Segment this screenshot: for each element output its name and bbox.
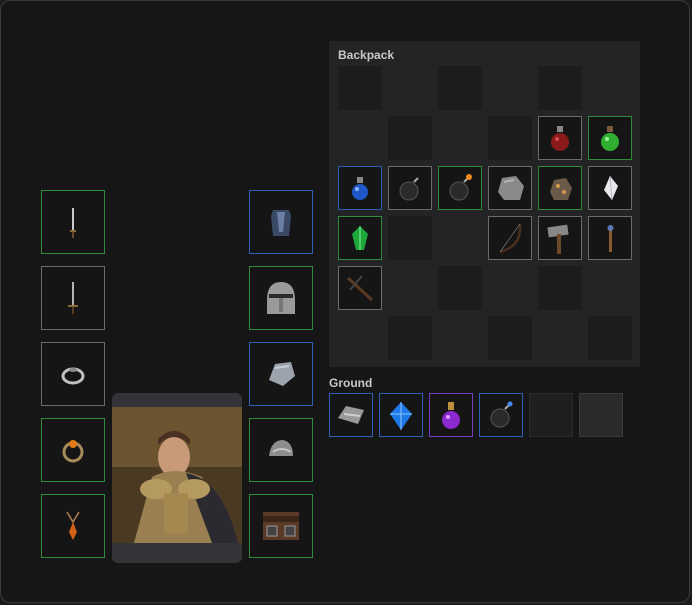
character-portrait [112,393,242,563]
ground-item-iron-ingot[interactable] [329,393,373,437]
amber-ring-icon [62,440,84,463]
backpack-item-bow[interactable] [488,216,532,260]
purple-potion-icon [442,402,460,429]
backpack-item-bomb[interactable] [388,166,432,210]
backpack-cell[interactable] [488,116,532,160]
equip-slot-ring-2[interactable] [41,418,105,482]
sword-icon [68,282,78,314]
equip-slot-helmet[interactable] [249,266,313,330]
sapphire-icon [390,402,412,430]
backpack-cell[interactable] [388,216,432,260]
backpack-cell[interactable] [538,66,582,110]
backpack-cell[interactable] [438,66,482,110]
red-potion-icon [551,126,569,151]
iron-ingot-icon [338,406,364,424]
equip-slot-amulet[interactable] [41,494,105,558]
backpack-item-crystal[interactable] [588,166,632,210]
green-potion-icon [601,126,619,151]
bomb-blue-icon [490,401,513,428]
ground-item-bomb[interactable] [479,393,523,437]
equip-slot-ring-1[interactable] [41,342,105,406]
amulet-icon [66,511,80,540]
ring-icon [61,367,85,385]
blue-potion-icon [352,177,368,200]
equip-slot-belt[interactable] [249,494,313,558]
backpack-item-green-potion[interactable] [588,116,632,160]
ground-item-purple-potion[interactable] [429,393,473,437]
backpack-item-stone[interactable] [488,166,532,210]
bomb-icon [399,177,419,201]
backpack-cell[interactable] [388,316,432,360]
ground-title: Ground [329,376,373,390]
knight-portrait-image [112,407,242,543]
equip-slot-chest[interactable] [249,190,313,254]
backpack-item-hammer[interactable] [538,216,582,260]
backpack-cell[interactable] [438,266,482,310]
lit-bomb-icon [449,174,472,201]
ore-icon [550,178,572,200]
equip-slot-offhand[interactable] [41,266,105,330]
crystal-icon [604,175,618,201]
equip-slot-gloves[interactable] [249,342,313,406]
hammer-icon [547,224,569,254]
ground-item-sapphire[interactable] [379,393,423,437]
shoulder-armor-icon [269,440,293,456]
backpack-item-blue-potion[interactable] [338,166,382,210]
wand-icon [607,225,614,252]
equip-slot-shoulders[interactable] [249,418,313,482]
backpack-item-ore[interactable] [538,166,582,210]
backpack-cell[interactable] [338,66,382,110]
backpack-item-crossbow[interactable] [338,266,382,310]
gauntlet-icon [269,362,295,386]
backpack-item-red-potion[interactable] [538,116,582,160]
bow-icon [499,223,522,254]
stone-icon [498,176,524,200]
belt-icon [263,512,299,540]
ground-slot-empty[interactable] [529,393,573,437]
backpack-cell[interactable] [538,266,582,310]
ground-slot-empty[interactable] [579,393,623,437]
chest-armor-icon [271,210,291,236]
crossbow-icon [346,275,374,302]
backpack-cell[interactable] [388,116,432,160]
backpack-item-wand[interactable] [588,216,632,260]
helmet-icon [267,282,295,314]
backpack-item-lit-bomb[interactable] [438,166,482,210]
emerald-icon [352,226,368,250]
backpack-cell[interactable] [588,316,632,360]
backpack-title: Backpack [338,48,395,62]
backpack-item-emerald[interactable] [338,216,382,260]
dagger-icon [70,208,76,238]
backpack-cell[interactable] [488,316,532,360]
equip-slot-weapon[interactable] [41,190,105,254]
